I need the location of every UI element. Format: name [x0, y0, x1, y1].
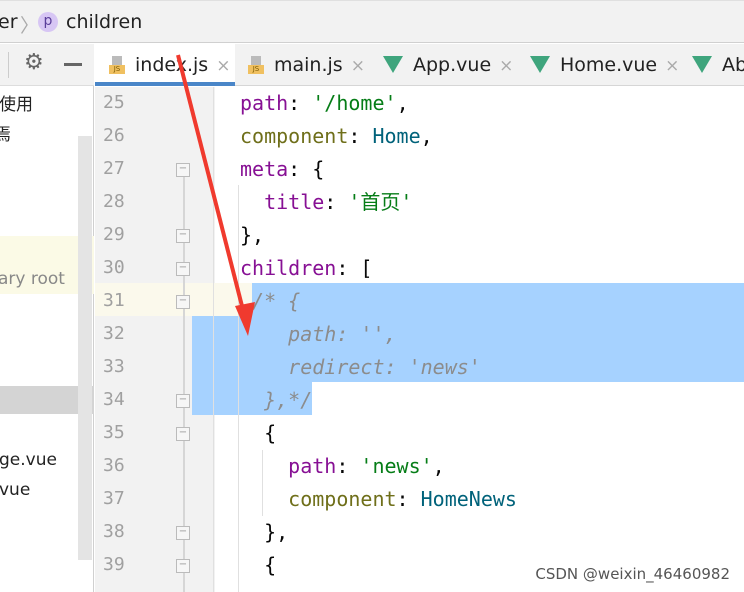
watermark: CSDN @weixin_46460982: [535, 565, 730, 583]
red-arrow-annotation: [176, 54, 255, 336]
